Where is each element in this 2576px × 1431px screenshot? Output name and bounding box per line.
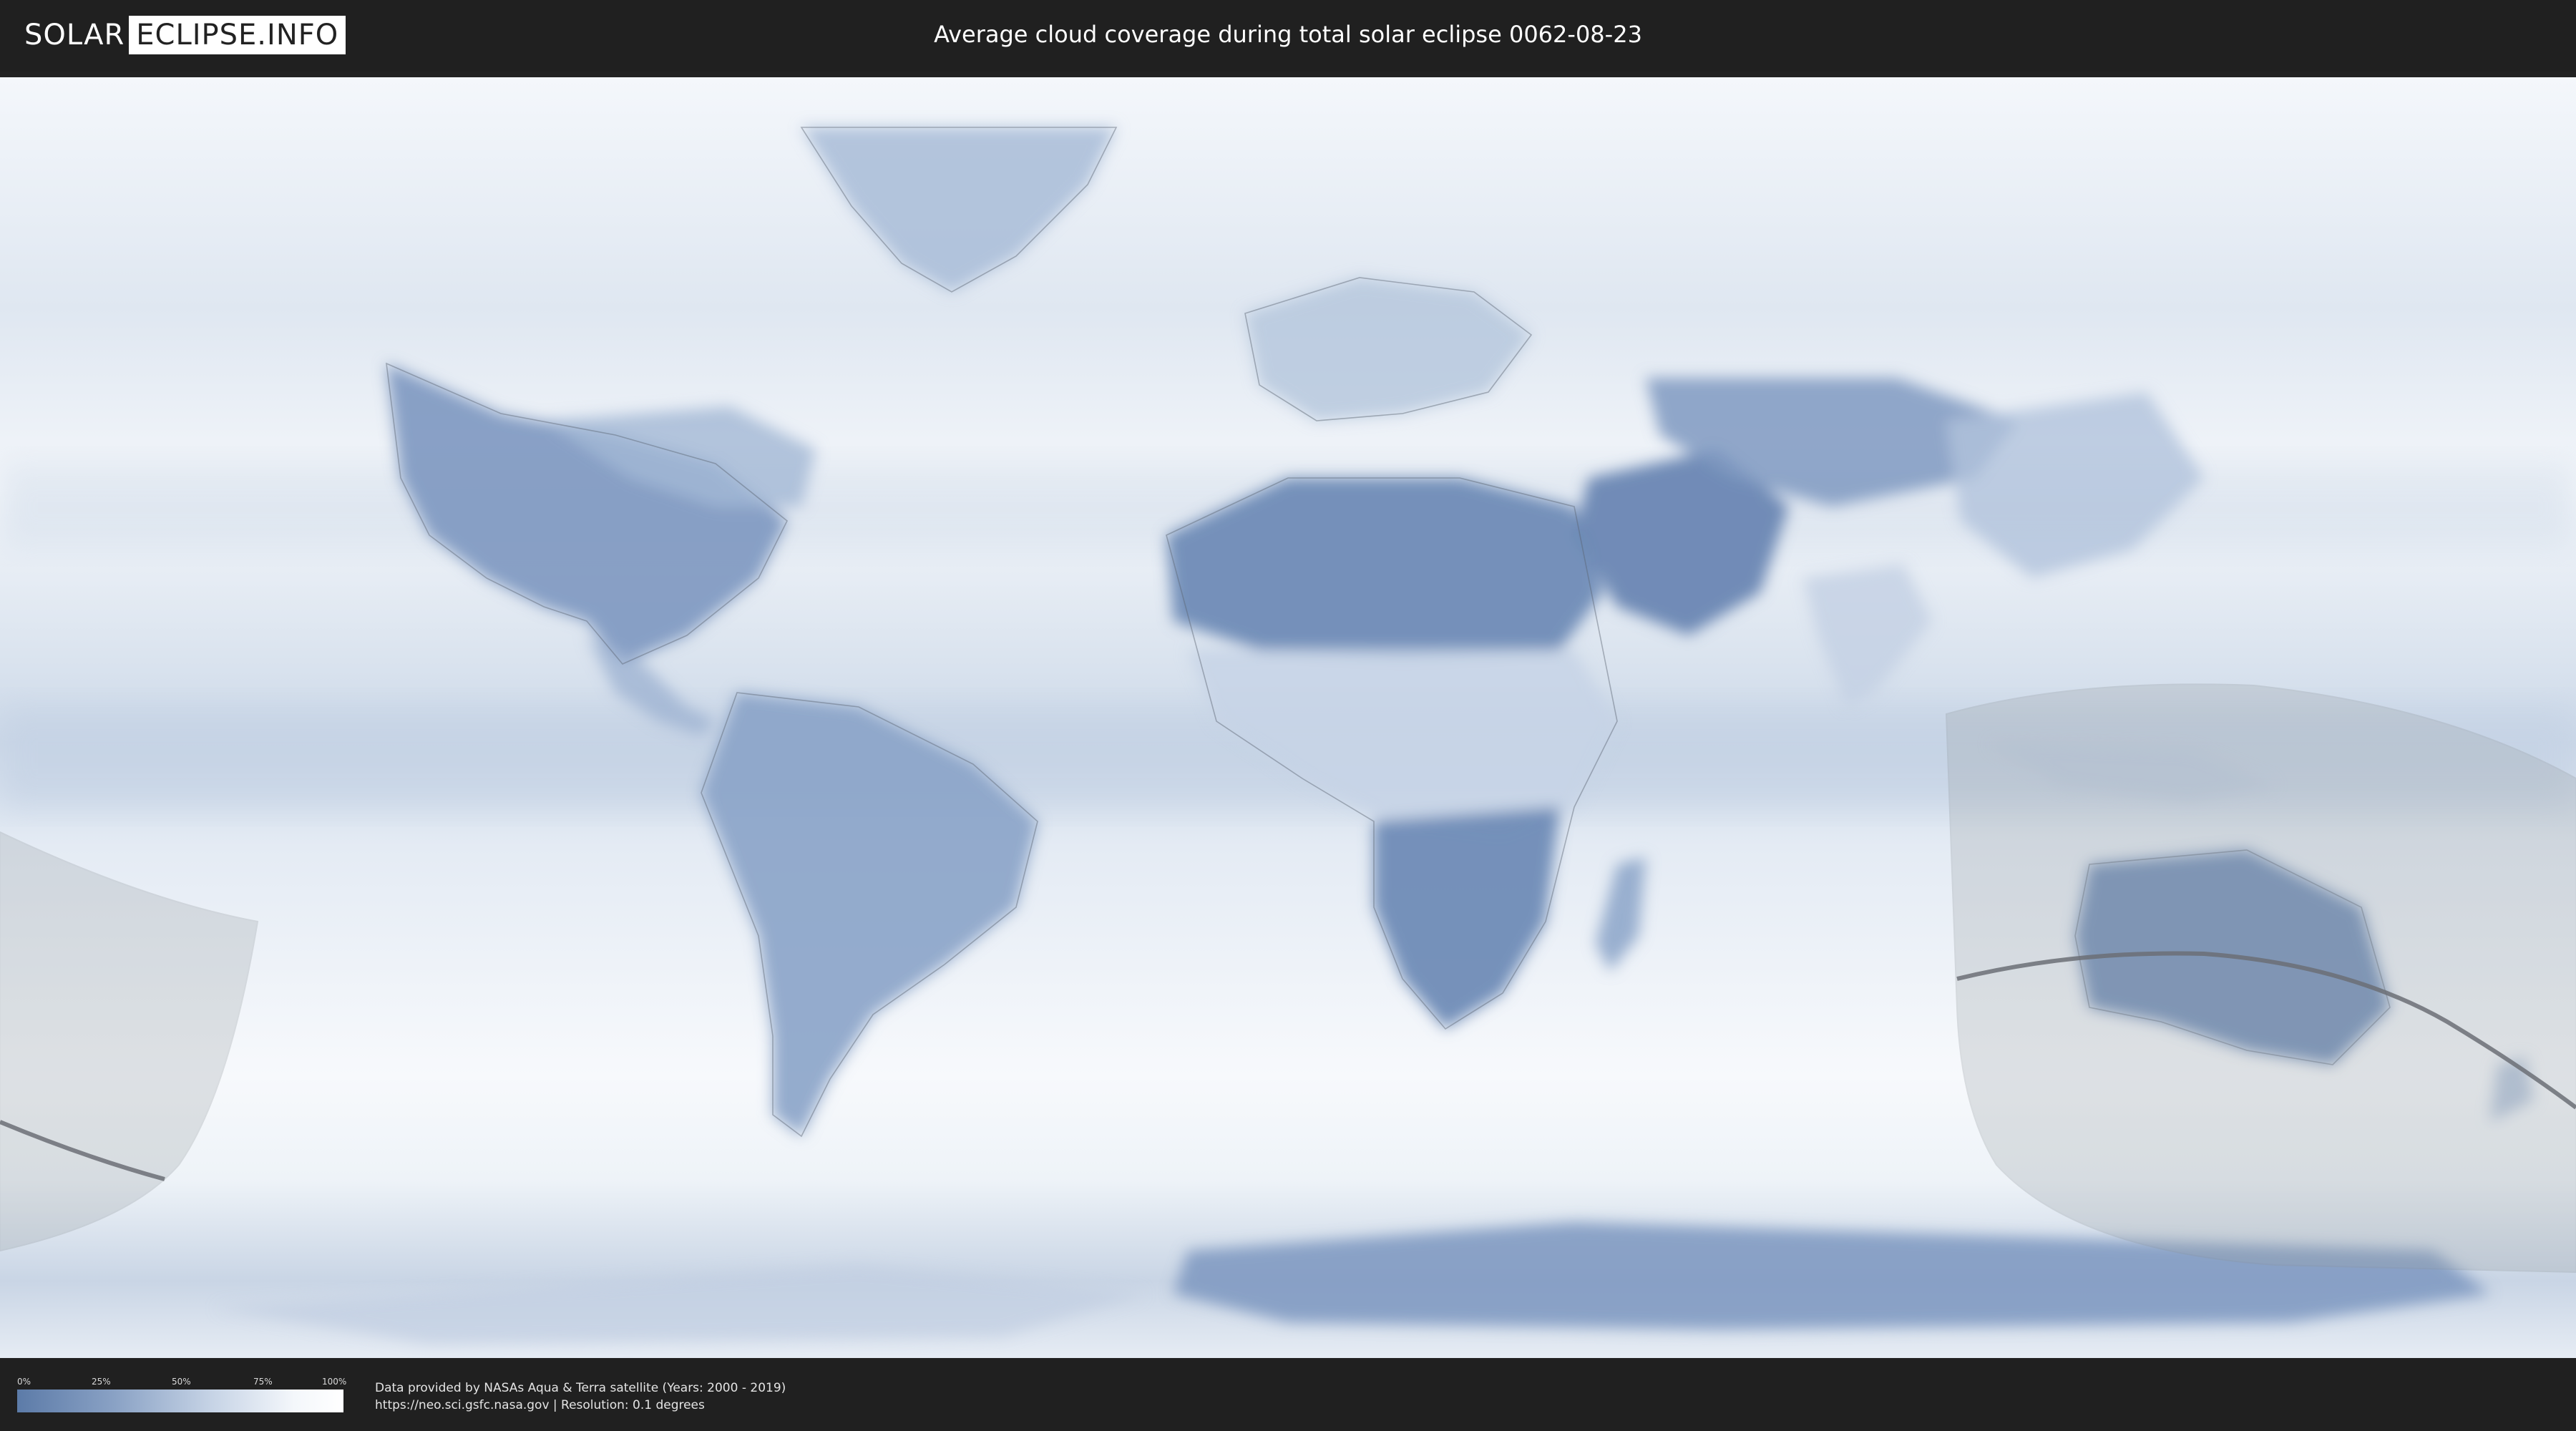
legend-tick-25: 25% — [92, 1377, 111, 1387]
legend-color-bar — [17, 1390, 343, 1412]
header-bar: SOLAR ECLIPSE.INFO Average cloud coverag… — [0, 0, 2576, 72]
legend-tick-100: 100% — [322, 1377, 347, 1387]
eclipse-shadow-zone-east — [1945, 683, 2576, 1274]
page-title: Average cloud coverage during total sola… — [934, 21, 1642, 48]
legend-tick-0: 0% — [17, 1377, 31, 1387]
cloud-coverage-map — [0, 77, 2576, 1358]
footer-bar: 0% 25% 50% 75% 100% Data provided by NAS… — [0, 1359, 2576, 1431]
legend-tick-75: 75% — [253, 1377, 273, 1387]
legend-tick-50: 50% — [172, 1377, 191, 1387]
eclipse-map-page: SOLAR ECLIPSE.INFO Average cloud coverag… — [0, 0, 2576, 1431]
data-credits: Data provided by NASAs Aqua & Terra sate… — [375, 1379, 786, 1414]
credits-source: Data provided by NASAs Aqua & Terra sate… — [375, 1381, 786, 1395]
world-map-svg — [0, 77, 2576, 1358]
credits-url[interactable]: https://neo.sci.gsfc.nasa.gov | Resoluti… — [375, 1397, 786, 1414]
cloud-coverage-legend: 0% 25% 50% 75% 100% — [17, 1377, 347, 1420]
